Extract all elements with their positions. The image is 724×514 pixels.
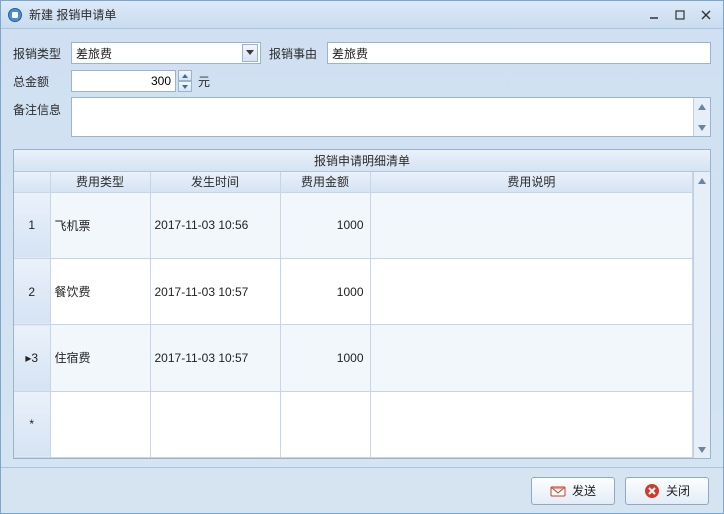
grid-scrollbar[interactable] [693,172,710,458]
close-button[interactable] [695,7,717,23]
table-row[interactable]: 1 飞机票 2017-11-03 10:56 1000 [14,192,693,258]
grid-title: 报销申请明细清单 [14,150,710,172]
total-unit: 元 [198,73,210,90]
window-title: 新建 报销申请单 [29,6,639,23]
cell-desc[interactable] [370,192,693,258]
type-label: 报销类型 [13,45,71,62]
cell-amount[interactable]: 1000 [280,325,370,391]
scroll-up-icon[interactable] [694,172,710,189]
row-indicator: 2 [14,258,50,324]
col-header-type[interactable]: 费用类型 [50,172,150,192]
col-header-desc[interactable]: 费用说明 [370,172,693,192]
cell-desc[interactable] [370,325,693,391]
close-icon [644,483,660,499]
table-row[interactable]: 2 餐饮费 2017-11-03 10:57 1000 [14,258,693,324]
cell-time[interactable]: 2017-11-03 10:57 [150,325,280,391]
cell-amount[interactable]: 1000 [280,192,370,258]
cell-type[interactable]: 住宿费 [50,325,150,391]
col-header-time[interactable]: 发生时间 [150,172,280,192]
row-indicator: 1 [14,192,50,258]
cell-type[interactable]: 餐饮费 [50,258,150,324]
reason-label: 报销事由 [269,45,327,62]
type-combo[interactable]: 差旅费 [71,42,261,64]
row-indicator: ▸3 [14,325,50,391]
col-header-amount[interactable]: 费用金额 [280,172,370,192]
table-new-row[interactable]: * [14,391,693,457]
close-label: 关闭 [666,482,690,499]
cell-time[interactable]: 2017-11-03 10:57 [150,258,280,324]
total-label: 总金额 [13,73,71,90]
window: 新建 报销申请单 报销类型 差旅费 报销事由 差旅费 总金额 300 [0,0,724,514]
detail-grid: 报销申请明细清单 费用类型 发生时间 费用金额 费用说明 [13,149,711,459]
send-button[interactable]: 发送 [531,477,615,505]
spin-up-button[interactable] [178,70,192,81]
total-input[interactable]: 300 [71,70,176,92]
table-row[interactable]: ▸3 住宿费 2017-11-03 10:57 1000 [14,325,693,391]
scroll-down-icon[interactable] [694,119,710,136]
minimize-button[interactable] [643,7,665,23]
spin-down-button[interactable] [178,81,192,92]
type-value: 差旅费 [76,45,112,62]
remark-scrollbar[interactable] [693,98,710,136]
grid-table: 费用类型 发生时间 费用金额 费用说明 1 飞机票 2017-11-03 10:… [14,172,693,458]
cell-type[interactable]: 飞机票 [50,192,150,258]
chevron-down-icon[interactable] [242,44,258,62]
total-value: 300 [151,74,171,88]
cell-amount[interactable]: 1000 [280,258,370,324]
maximize-button[interactable] [669,7,691,23]
scroll-up-icon[interactable] [694,98,710,115]
remark-textarea[interactable] [71,97,711,137]
remark-label: 备注信息 [13,97,71,137]
cell-desc[interactable] [370,258,693,324]
reason-input[interactable]: 差旅费 [327,42,711,64]
col-header-indicator[interactable] [14,172,50,192]
form-area: 报销类型 差旅费 报销事由 差旅费 总金额 300 元 [1,29,723,143]
total-spinner [178,70,192,92]
titlebar: 新建 报销申请单 [1,1,723,29]
mail-icon [550,483,566,499]
send-label: 发送 [572,482,596,499]
footer: 发送 关闭 [1,467,723,513]
close-dialog-button[interactable]: 关闭 [625,477,709,505]
grid-header-row: 费用类型 发生时间 费用金额 费用说明 [14,172,693,192]
cell-time[interactable]: 2017-11-03 10:56 [150,192,280,258]
reason-value: 差旅费 [332,45,368,62]
new-row-indicator: * [14,391,50,457]
app-icon [7,7,23,23]
scroll-down-icon[interactable] [694,441,710,458]
